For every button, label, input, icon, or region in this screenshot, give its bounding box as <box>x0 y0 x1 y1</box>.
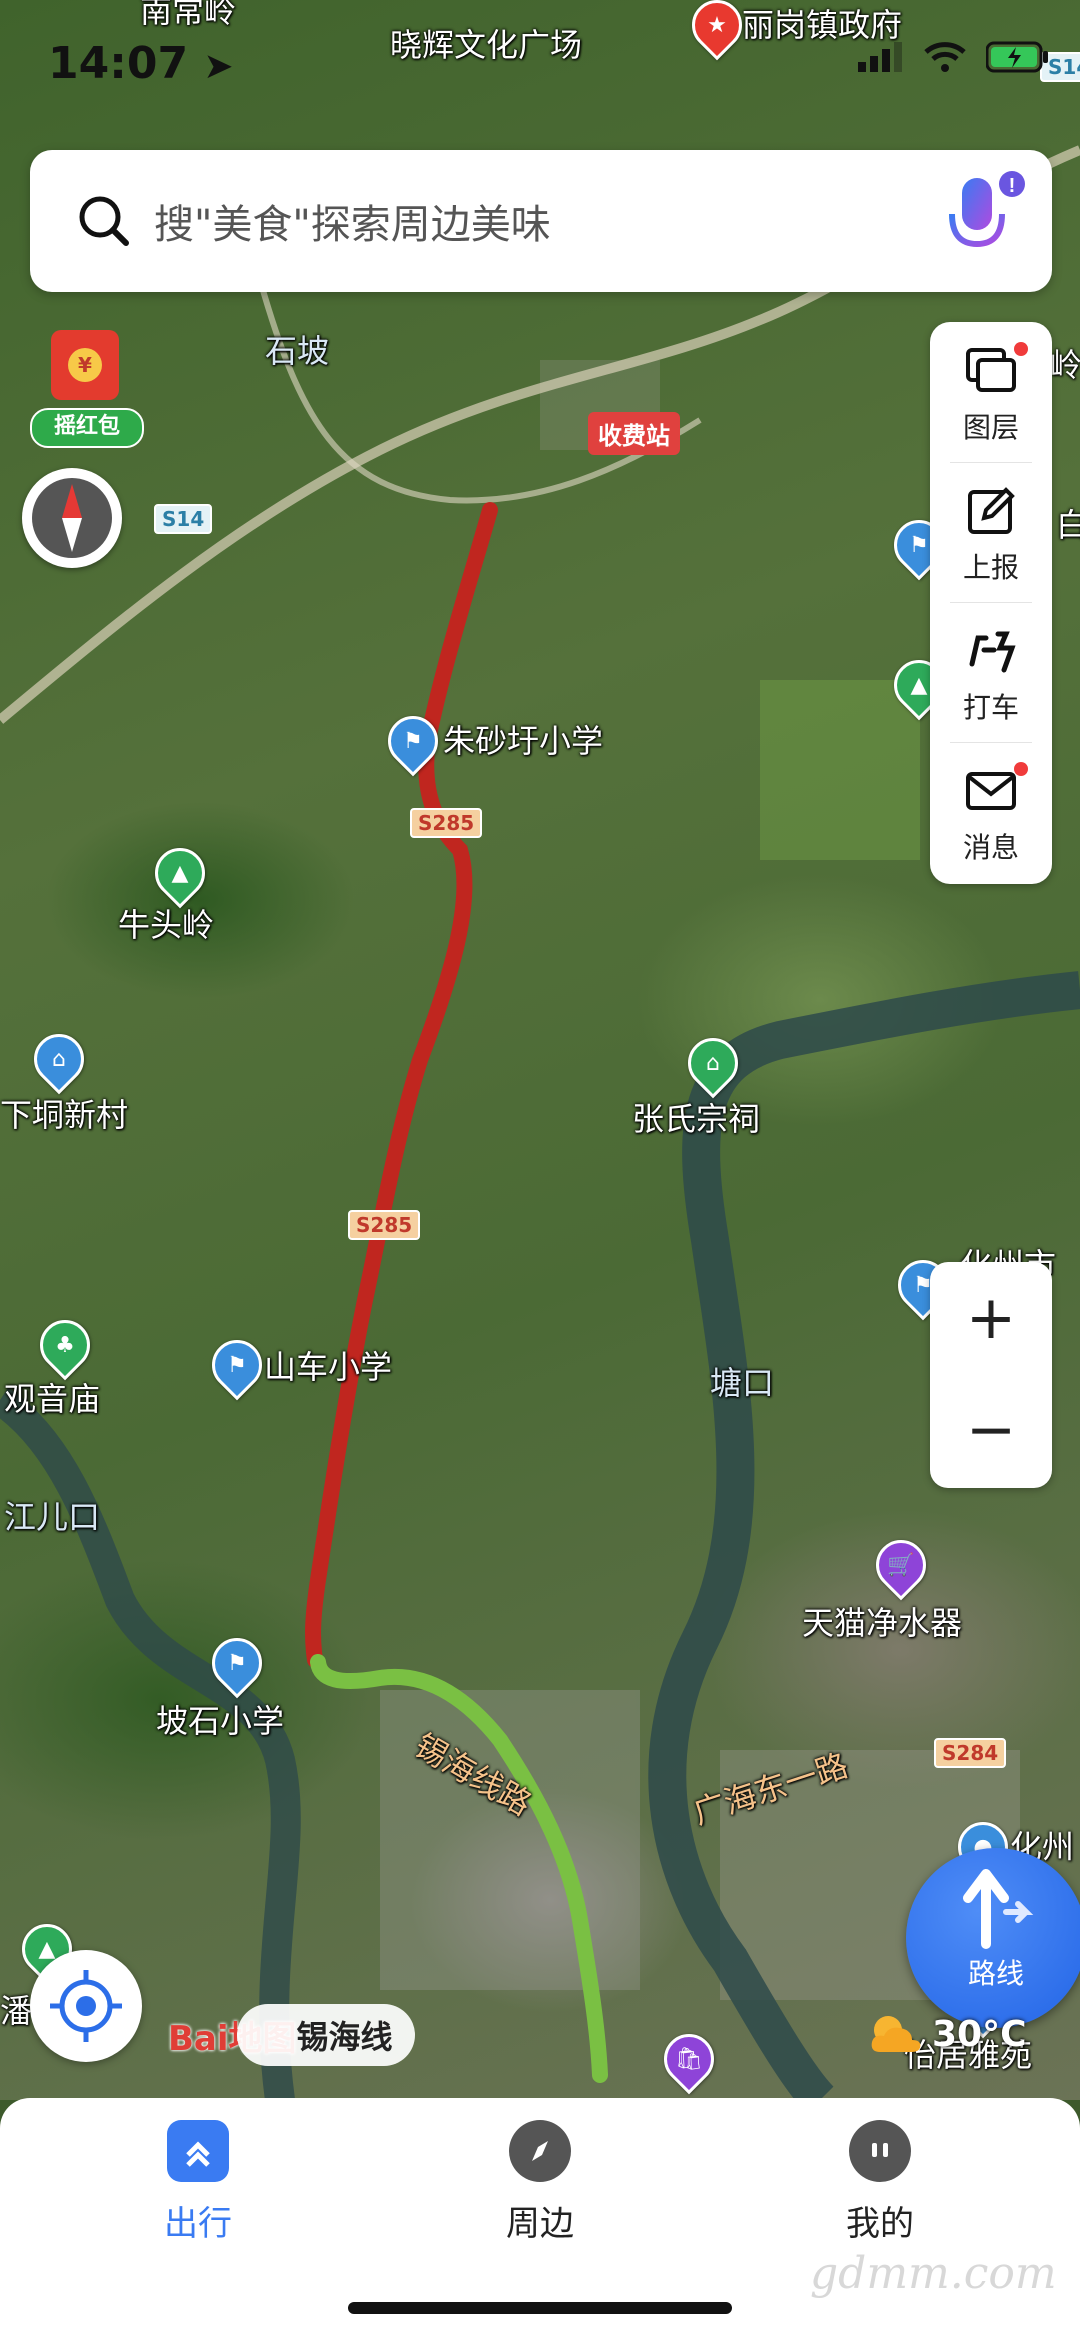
signal-icon <box>858 42 902 72</box>
tab-profile[interactable]: 我的 <box>780 2120 980 2245</box>
red-packet-button[interactable]: ¥ 摇红包 <box>30 330 144 448</box>
line-name-chip[interactable]: 锡海线 <box>236 2004 415 2066</box>
compass-icon <box>32 478 112 558</box>
zoom-control: + − <box>930 1262 1052 1488</box>
edit-report-icon <box>968 487 1015 534</box>
place-label: 朱砂圩小学 <box>443 722 604 760</box>
voice-mic-icon[interactable]: ! <box>940 170 1030 270</box>
map-tools-panel: 图层 上报 打车 消息 <box>930 322 1052 884</box>
urban-area <box>380 1690 640 1990</box>
taxi-button[interactable]: 打车 <box>930 602 1052 742</box>
layers-label: 图层 <box>962 411 1019 444</box>
tab-label: 出行 <box>164 2204 232 2244</box>
zoom-out-button[interactable]: − <box>930 1374 1052 1486</box>
place-label: 下垌新村 <box>0 1096 129 1134</box>
tab-nearby[interactable]: 周边 <box>440 2120 640 2245</box>
search-input[interactable]: 搜"美食"探索周边美味 <box>154 192 551 250</box>
crosshair-icon <box>50 1970 122 2042</box>
place-label: 张氏宗祠 <box>632 1100 761 1138</box>
place-label: 石坡 <box>265 332 330 370</box>
place-label: 观音庙 <box>4 1380 101 1418</box>
messages-label: 消息 <box>962 831 1019 864</box>
wifi-icon <box>924 42 966 72</box>
road-shield: S14 <box>154 504 213 534</box>
place-label: 南常岭 <box>140 0 237 30</box>
place-label: 江儿口 <box>4 1498 101 1536</box>
place-label: 岭 <box>1050 346 1080 384</box>
place-label: 潘 <box>0 1992 33 2030</box>
svg-text:!: ! <box>1009 175 1016 197</box>
report-button[interactable]: 上报 <box>930 462 1052 602</box>
map-canvas[interactable]: 南常岭 晓辉文化广场 ★ 丽岗镇政府 石坡 收费站 S14 S14 ⚑ 朱砂圩小… <box>0 0 1080 2100</box>
toll-station-label[interactable]: 收费站 <box>588 412 680 455</box>
tab-label: 我的 <box>846 2204 914 2244</box>
compass-button[interactable] <box>22 468 122 568</box>
status-icons <box>858 40 1050 74</box>
zoom-in-button[interactable]: + <box>930 1262 1052 1374</box>
compass-nav-icon <box>509 2120 571 2182</box>
red-envelope-icon: ¥ <box>51 330 119 400</box>
road-shield: S285 <box>348 1210 421 1240</box>
place-label: 白 <box>1056 506 1080 544</box>
place-label: 塘口 <box>710 1364 775 1402</box>
profile-icon <box>849 2120 911 2182</box>
road-shield: S284 <box>934 1738 1007 1768</box>
status-time: 14:07 ➤ <box>48 38 234 89</box>
weather-widget[interactable]: 30°C <box>866 2012 1027 2056</box>
watermark: gdmm.com <box>810 2248 1057 2299</box>
road-shield: S285 <box>410 808 483 838</box>
location-arrow-icon: ➤ <box>203 46 234 87</box>
route-arrow-icon <box>963 1869 1034 1949</box>
home-indicator[interactable] <box>348 2302 732 2314</box>
route-red-segment <box>305 502 498 1668</box>
battery-icon <box>986 41 1048 73</box>
sun-cloud-icon <box>871 2016 921 2052</box>
messages-button[interactable]: 消息 <box>930 742 1052 882</box>
taxi-icon <box>969 631 1016 673</box>
temperature: 30°C <box>932 2013 1027 2055</box>
place-label: 山车小学 <box>264 1348 393 1386</box>
report-label: 上报 <box>962 551 1019 584</box>
search-icon <box>79 196 129 246</box>
notification-dot <box>1014 762 1028 776</box>
taxi-label: 打车 <box>962 691 1019 724</box>
locate-me-button[interactable] <box>30 1950 142 2062</box>
place-label: 晓辉文化广场 <box>390 26 583 64</box>
place-label: 牛头岭 <box>118 906 215 944</box>
layers-icon <box>966 348 1016 392</box>
route-button[interactable]: 路线 <box>906 1848 1080 2028</box>
map-brand: Bai地图 锡海线 <box>168 2002 415 2068</box>
notification-dot <box>1014 342 1028 356</box>
place-label: 坡石小学 <box>156 1702 285 1740</box>
red-packet-label: 摇红包 <box>30 408 144 448</box>
layers-button[interactable]: 图层 <box>930 322 1052 462</box>
tab-travel[interactable]: 出行 <box>98 2120 298 2245</box>
place-label: 天猫净水器 <box>802 1604 963 1642</box>
mail-icon <box>966 772 1016 810</box>
route-label: 路线 <box>967 1957 1024 1990</box>
travel-icon <box>167 2120 229 2182</box>
search-bar[interactable]: 搜"美食"探索周边美味 ! <box>30 150 1052 292</box>
tab-label: 周边 <box>506 2204 574 2244</box>
farmland <box>760 680 920 860</box>
